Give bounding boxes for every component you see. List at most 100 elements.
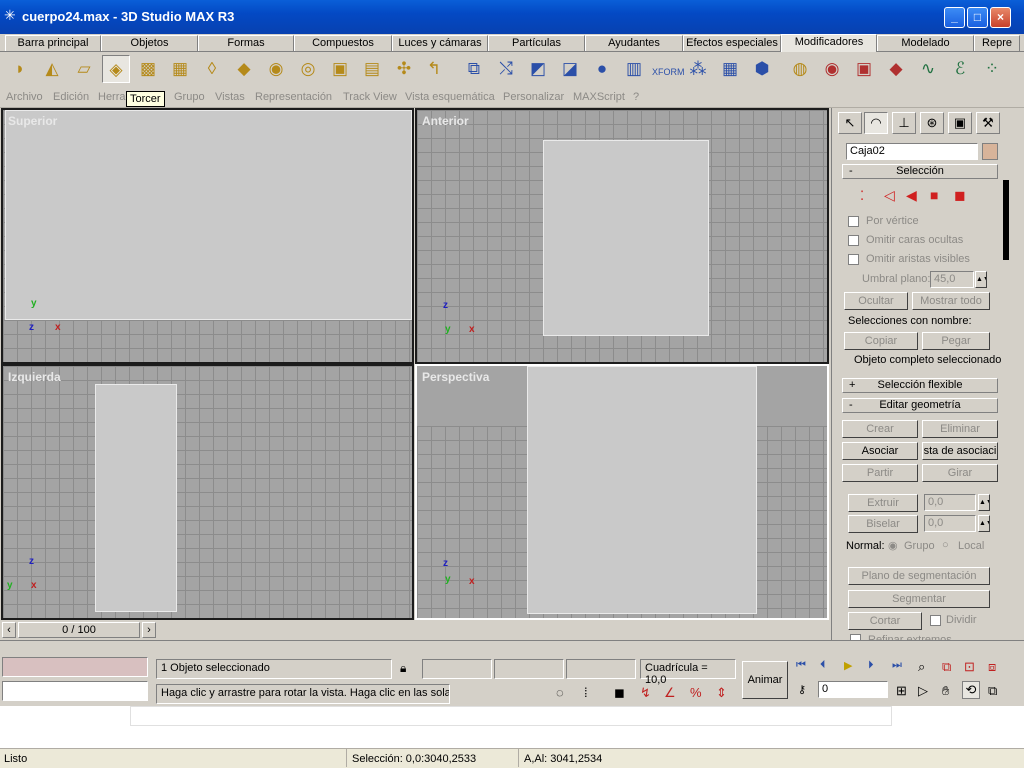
snap-2d-icon[interactable]: ↯ (640, 685, 651, 701)
menu-help[interactable]: ? (633, 91, 639, 103)
biselar-spinner[interactable]: ▲▼ (978, 515, 990, 532)
face-select-icon[interactable]: ◀ (906, 187, 917, 204)
arc-rotate-icon[interactable]: ⟲ (962, 681, 980, 699)
coord-x-field[interactable] (422, 659, 492, 679)
selection-filter-icon[interactable]: ◼ (614, 685, 625, 701)
tab-representacion[interactable]: Repre (974, 35, 1020, 51)
asociar-button[interactable]: Asociar (842, 442, 918, 460)
umbral-field[interactable]: 45,0 (930, 271, 974, 288)
biselar-field[interactable]: 0,0 (924, 515, 976, 532)
tab-compuestos[interactable]: Compuestos (294, 35, 392, 51)
ocultar-button[interactable]: Ocultar (844, 292, 908, 310)
coord-z-field[interactable] (566, 659, 636, 679)
omitir-aristas-checkbox[interactable] (848, 254, 859, 265)
percent-snap-icon[interactable]: % (690, 685, 702, 700)
goto-start-icon[interactable]: ⏮ (796, 659, 806, 672)
viewport-front[interactable]: Anterior z x y (415, 108, 829, 364)
utilities-tab-icon[interactable]: ⚒ (976, 112, 1000, 134)
tab-formas[interactable]: Formas (198, 35, 294, 51)
smooth-icon[interactable]: ◩ (524, 55, 552, 83)
diamond-icon[interactable]: ◆ (882, 55, 910, 83)
next-frame-icon[interactable]: ⏵ (868, 659, 874, 672)
zoom-icon[interactable]: ⌕ (918, 659, 925, 675)
degradation-icon[interactable]: ◌ (556, 685, 564, 700)
fov-icon[interactable]: ▷ (918, 683, 928, 699)
object-name-field[interactable]: Caja02 (846, 143, 978, 160)
extruir-spinner[interactable]: ▲▼ (978, 494, 990, 511)
rollout-seleccion-flexible[interactable]: + Selección flexible (842, 378, 998, 393)
command-panel-scrollbar[interactable] (1003, 180, 1009, 260)
tab-barra-principal[interactable]: Barra principal (5, 35, 101, 51)
window-crossing-icon[interactable]: ⁞ (584, 685, 588, 700)
object-color-swatch[interactable] (982, 143, 998, 160)
menu-archivo[interactable]: Archivo (6, 91, 43, 103)
twist-icon[interactable]: ◈ (102, 55, 130, 83)
menu-personalizar[interactable]: Personalizar (503, 91, 564, 103)
polygon-select-icon[interactable]: ■ (930, 187, 938, 203)
tab-objetos[interactable]: Objetos (101, 35, 198, 51)
xform-icon[interactable]: XFORM (652, 55, 685, 83)
girar-button[interactable]: Girar (922, 464, 998, 482)
viewport-perspective[interactable]: Perspectiva z y x (415, 364, 829, 620)
menu-vista-esquematica[interactable]: Vista esquemática (405, 91, 495, 103)
skew-icon[interactable]: ▱ (70, 55, 98, 83)
play-icon[interactable]: ▶ (844, 659, 852, 672)
noise-icon[interactable]: ▩ (134, 55, 162, 83)
current-frame-field[interactable]: 0 (818, 681, 888, 698)
timeline-next-icon[interactable]: › (142, 622, 156, 638)
cylinder-icon[interactable]: ▥ (620, 55, 648, 83)
pan-icon[interactable]: ✋︎ (942, 683, 949, 699)
pegar-button[interactable]: Pegar (922, 332, 990, 350)
stretch-icon[interactable]: ◆ (230, 55, 258, 83)
grupo-radio[interactable]: ◉ (888, 539, 898, 552)
asociar-lista-button[interactable]: sta de asociaci (922, 442, 998, 460)
minimize-button[interactable]: _ (944, 7, 965, 28)
cortar-button[interactable]: Cortar (848, 612, 922, 630)
biselar-button[interactable]: Biselar (848, 515, 918, 533)
menu-grupo[interactable]: Grupo (174, 91, 205, 103)
key-mode-icon[interactable]: ⚷ (798, 683, 806, 696)
edit-mesh-icon[interactable]: ⧉ (460, 55, 488, 83)
normal-icon[interactable]: ⬢ (748, 55, 776, 83)
maxscript-listener-pink[interactable] (2, 657, 148, 677)
spinner-snap-icon[interactable]: ⇕ (716, 685, 727, 701)
mesh-select-icon[interactable]: ⤭ (492, 55, 520, 83)
plano-segmentacion-button[interactable]: Plano de segmentación (848, 567, 990, 585)
rollout-seleccion[interactable]: - Selección (842, 164, 998, 179)
zoom-extents-all-icon[interactable]: ⧈ (988, 659, 996, 675)
extruir-field[interactable]: 0,0 (924, 494, 976, 511)
tab-modificadores[interactable]: Modificadores (781, 34, 877, 52)
modify-tab-icon[interactable]: ◠ (864, 112, 888, 134)
box-grid-icon[interactable]: ▣ (850, 55, 878, 83)
segmentar-button[interactable]: Segmentar (848, 590, 990, 608)
spline-icon[interactable]: ℰ (946, 55, 974, 83)
geosphere-icon[interactable]: ◉ (818, 55, 846, 83)
menu-herramientas[interactable]: Herra (98, 91, 126, 103)
umbral-spinner[interactable]: ▲▼ (975, 271, 987, 288)
rollout-editar-geometria[interactable]: - Editar geometría (842, 398, 998, 413)
lock-icon[interactable]: 🔒︎ (400, 661, 406, 676)
create-tab-icon[interactable]: ↖ (838, 112, 862, 134)
motion-tab-icon[interactable]: ⊛ (920, 112, 944, 134)
menu-maxscript[interactable]: MAXScript (573, 91, 625, 103)
omitir-caras-checkbox[interactable] (848, 235, 859, 246)
maxscript-listener-white[interactable] (2, 681, 148, 701)
maximize-button[interactable]: □ (967, 7, 988, 28)
surface-icon[interactable]: ⁘ (978, 55, 1006, 83)
tab-luces-camaras[interactable]: Luces y cámaras (392, 35, 488, 51)
melt-icon[interactable]: ↰ (420, 55, 448, 83)
tab-efectos-especiales[interactable]: Efectos especiales (683, 35, 781, 51)
taper-icon[interactable]: ◭ (38, 55, 66, 83)
partir-button[interactable]: Partir (842, 464, 918, 482)
angle-snap-icon[interactable]: ∠ (664, 685, 676, 701)
coord-y-field[interactable] (494, 659, 564, 679)
path-deform-icon[interactable]: ∿ (914, 55, 942, 83)
time-slider[interactable]: 0 / 100 (18, 622, 140, 638)
tab-modelado[interactable]: Modelado (877, 35, 974, 51)
min-max-toggle-icon[interactable]: ⧉ (988, 683, 997, 699)
zoom-all-icon[interactable]: ⧉ (942, 659, 951, 675)
hierarchy-tab-icon[interactable]: ⊥ (892, 112, 916, 134)
eliminar-button[interactable]: Eliminar (922, 420, 998, 438)
tessellate-icon[interactable]: ▦ (716, 55, 744, 83)
lattice-icon[interactable]: ▦ (166, 55, 194, 83)
